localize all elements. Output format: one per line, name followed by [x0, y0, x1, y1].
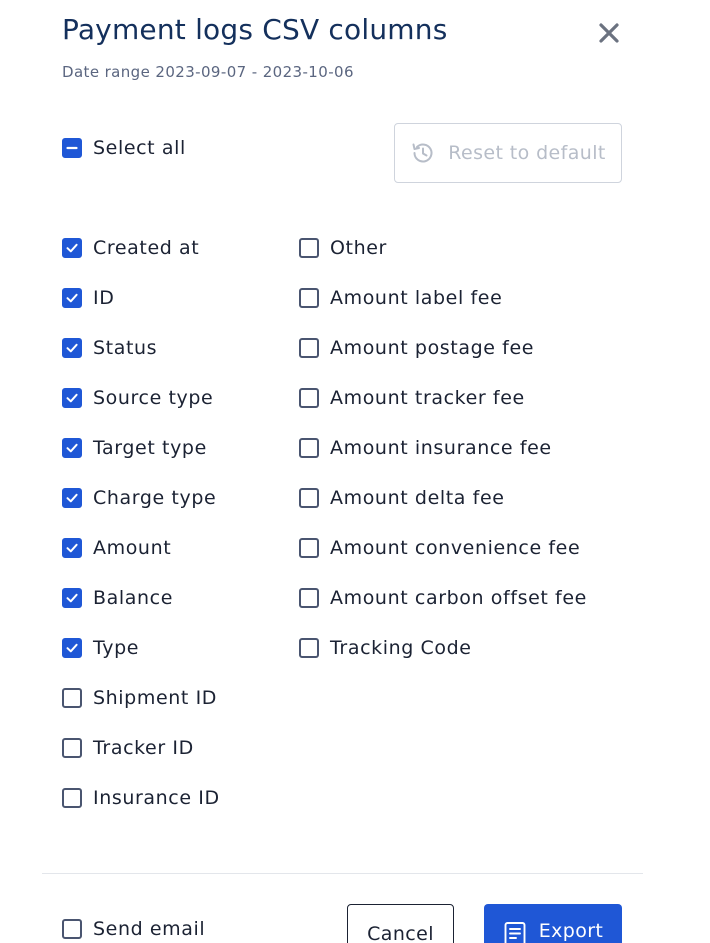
column-option-label: Tracker ID	[93, 737, 194, 759]
column-option-amount-delta-fee[interactable]: Amount delta fee	[299, 486, 505, 510]
column-option-label: Balance	[93, 587, 173, 609]
checkbox-unchecked-icon	[62, 688, 82, 708]
column-option-amount-tracker-fee[interactable]: Amount tracker fee	[299, 386, 525, 410]
checkbox-unchecked-icon	[299, 638, 319, 658]
column-option-label: Tracking Code	[330, 637, 472, 659]
document-icon	[503, 921, 527, 943]
checkbox-checked-icon	[62, 438, 82, 458]
column-option-label: ID	[93, 287, 115, 309]
column-option-label: Amount label fee	[330, 287, 503, 309]
column-option-amount-carbon-offset-fee[interactable]: Amount carbon offset fee	[299, 586, 587, 610]
column-option-id[interactable]: ID	[62, 286, 114, 310]
select-all-checkbox[interactable]: Select all	[62, 136, 186, 160]
checkbox-unchecked-icon	[299, 388, 319, 408]
checkbox-unchecked-icon	[299, 538, 319, 558]
dialog-title: Payment logs CSV columns	[62, 13, 448, 46]
close-button[interactable]	[594, 18, 624, 48]
checkbox-unchecked-icon	[62, 788, 82, 808]
checkbox-unchecked-icon	[299, 488, 319, 508]
column-option-target-type[interactable]: Target type	[62, 436, 207, 460]
column-option-label: Shipment ID	[93, 687, 218, 709]
column-option-amount-insurance-fee[interactable]: Amount insurance fee	[299, 436, 552, 460]
column-option-label: Amount tracker fee	[330, 387, 525, 409]
close-icon	[599, 23, 619, 43]
column-option-label: Amount	[93, 537, 172, 559]
column-option-label: Amount delta fee	[330, 487, 505, 509]
column-option-label: Amount insurance fee	[330, 437, 552, 459]
column-option-label: Source type	[93, 387, 214, 409]
checkbox-unchecked-icon	[299, 438, 319, 458]
checkbox-checked-icon	[62, 388, 82, 408]
footer-divider	[42, 873, 643, 874]
column-option-created-at[interactable]: Created at	[62, 236, 199, 260]
column-option-source-type[interactable]: Source type	[62, 386, 213, 410]
reset-to-default-button[interactable]: Reset to default	[394, 123, 622, 183]
column-option-amount-postage-fee[interactable]: Amount postage fee	[299, 336, 534, 360]
export-button[interactable]: Export	[484, 904, 622, 943]
csv-columns-dialog: Payment logs CSV columns Date range 2023…	[0, 0, 710, 943]
checkbox-checked-icon	[62, 488, 82, 508]
column-option-label: Status	[93, 337, 158, 359]
cancel-button[interactable]: Cancel	[347, 904, 454, 943]
column-option-tracking-code[interactable]: Tracking Code	[299, 636, 472, 660]
column-option-shipment-id[interactable]: Shipment ID	[62, 686, 217, 710]
history-icon	[410, 140, 436, 166]
column-option-label: Target type	[93, 437, 207, 459]
checkbox-checked-icon	[62, 588, 82, 608]
column-option-label: Type	[93, 637, 140, 659]
checkbox-unchecked-icon	[299, 338, 319, 358]
column-option-label: Amount postage fee	[330, 337, 535, 359]
checkbox-checked-icon	[62, 288, 82, 308]
column-option-label: Charge type	[93, 487, 217, 509]
checkbox-unchecked-icon	[62, 738, 82, 758]
column-option-insurance-id[interactable]: Insurance ID	[62, 786, 220, 810]
checkbox-checked-icon	[62, 338, 82, 358]
column-option-label: Amount convenience fee	[330, 537, 581, 559]
send-email-checkbox[interactable]: Send email	[62, 917, 205, 941]
reset-to-default-label: Reset to default	[448, 142, 606, 164]
column-option-tracker-id[interactable]: Tracker ID	[62, 736, 194, 760]
indeterminate-checkbox-icon	[62, 138, 82, 158]
column-option-charge-type[interactable]: Charge type	[62, 486, 216, 510]
column-option-other[interactable]: Other	[299, 236, 387, 260]
export-label: Export	[538, 920, 604, 942]
cancel-label: Cancel	[367, 923, 434, 943]
send-email-label: Send email	[93, 918, 206, 940]
checkbox-checked-icon	[62, 238, 82, 258]
column-option-label: Insurance ID	[93, 787, 220, 809]
column-option-type[interactable]: Type	[62, 636, 139, 660]
column-option-status[interactable]: Status	[62, 336, 157, 360]
column-option-amount-convenience-fee[interactable]: Amount convenience fee	[299, 536, 580, 560]
column-option-amount[interactable]: Amount	[62, 536, 171, 560]
select-all-label: Select all	[93, 137, 186, 159]
column-option-label: Other	[330, 237, 387, 259]
column-option-label: Amount carbon offset fee	[330, 587, 587, 609]
column-option-amount-label-fee[interactable]: Amount label fee	[299, 286, 502, 310]
checkbox-unchecked-icon	[299, 588, 319, 608]
checkbox-unchecked-icon	[62, 919, 82, 939]
column-option-balance[interactable]: Balance	[62, 586, 173, 610]
checkbox-unchecked-icon	[299, 288, 319, 308]
checkbox-checked-icon	[62, 538, 82, 558]
date-range: Date range 2023-09-07 - 2023-10-06	[62, 63, 354, 81]
column-option-label: Created at	[93, 237, 200, 259]
checkbox-unchecked-icon	[299, 238, 319, 258]
checkbox-checked-icon	[62, 638, 82, 658]
